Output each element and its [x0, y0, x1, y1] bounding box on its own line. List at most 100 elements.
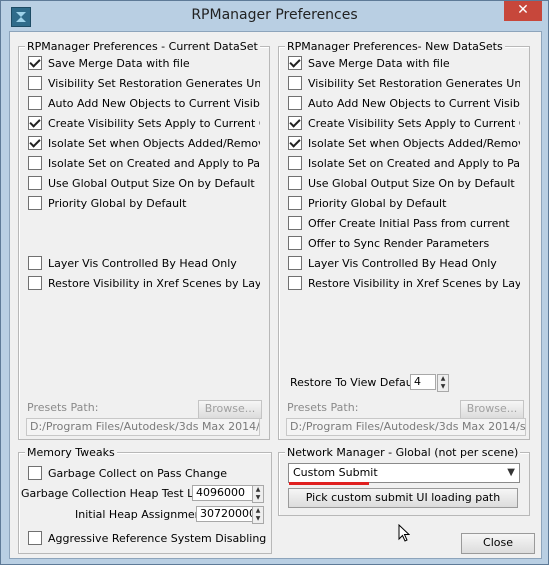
submit-mode-dropdown[interactable]: Custom Submit ▼	[288, 463, 520, 483]
initial-heap-field[interactable]: 30720000	[196, 506, 253, 522]
setting-checkbox[interactable]: Offer to Sync Render Parameters	[288, 235, 520, 251]
setting-checkbox[interactable]: Isolate Set on Created and Apply to Pass…	[288, 155, 520, 171]
setting-checkbox[interactable]: Restore Visibility in Xref Scenes by Lay…	[28, 275, 260, 291]
checkbox-box[interactable]	[288, 56, 302, 70]
spinner-down-icon[interactable]: ▼	[253, 494, 263, 502]
checkbox-box[interactable]	[288, 96, 302, 110]
checkbox-box[interactable]	[28, 531, 42, 545]
current-dataset-group-label: RPManager Preferences - Current DataSet	[25, 40, 260, 53]
submit-mode-value: Custom Submit	[293, 466, 378, 479]
spinner-up-icon[interactable]: ▲	[253, 507, 263, 515]
chevron-down-icon[interactable]: ▼	[507, 464, 515, 482]
checkbox-box[interactable]	[288, 156, 302, 170]
setting-checkbox[interactable]: Save Merge Data with file	[28, 55, 260, 71]
checkbox-box[interactable]	[288, 196, 302, 210]
memory-tweaks-label: Memory Tweaks	[25, 446, 117, 459]
checkbox-label: Isolate Set on Created and Apply to Pass…	[48, 156, 260, 170]
new-presets-path-label: Presets Path:	[287, 401, 359, 414]
setting-checkbox[interactable]: Offer Create Initial Pass from current	[288, 215, 520, 231]
checkbox-box[interactable]	[28, 96, 42, 110]
setting-checkbox[interactable]: Priority Global by Default	[28, 195, 260, 211]
checkbox-box[interactable]	[288, 176, 302, 190]
setting-checkbox[interactable]: Use Global Output Size On by Default	[28, 175, 260, 191]
red-annotation-underline	[289, 482, 369, 485]
checkbox-box[interactable]	[28, 256, 42, 270]
setting-checkbox[interactable]: Create Visibility Sets Apply to Current …	[288, 115, 520, 131]
checkbox-box[interactable]	[288, 236, 302, 250]
checkbox-label: Priority Global by Default	[308, 196, 447, 210]
checkbox-box[interactable]	[28, 176, 42, 190]
mouse-cursor-icon	[398, 523, 411, 545]
restore-to-view-spinner[interactable]: ▲ ▼	[437, 374, 449, 392]
spinner-down-icon[interactable]: ▼	[438, 383, 448, 391]
setting-checkbox[interactable]: Visibility Set Restoration Generates Und…	[288, 75, 520, 91]
dialog-body: RPManager Preferences - Current DataSet …	[9, 31, 542, 559]
memory-tweaks-group: Memory Tweaks Garbage Collect on Pass Ch…	[18, 446, 272, 554]
heap-test-limit-spinner[interactable]: ▲ ▼	[252, 485, 264, 503]
checkbox-label: Create Visibility Sets Apply to Current …	[308, 116, 520, 130]
checkbox-label: Create Visibility Sets Apply to Current …	[48, 116, 260, 130]
setting-checkbox[interactable]: Restore Visibility in Xref Scenes by Lay…	[288, 275, 520, 291]
title-bar: RPManager Preferences ✕	[1, 1, 548, 31]
restore-to-view-field[interactable]: 4	[410, 374, 436, 390]
checkbox-label: Save Merge Data with file	[48, 56, 190, 70]
checkbox-box[interactable]	[288, 116, 302, 130]
checkbox-box[interactable]	[288, 216, 302, 230]
checkbox-label: Layer Vis Controlled By Head Only	[48, 256, 237, 270]
setting-checkbox[interactable]: Visibility Set Restoration Generates Und…	[28, 75, 260, 91]
spinner-down-icon[interactable]: ▼	[253, 515, 263, 523]
current-dataset-group: RPManager Preferences - Current DataSet …	[18, 40, 270, 440]
checkbox-label: Save Merge Data with file	[308, 56, 450, 70]
heap-test-limit-field[interactable]: 4096000	[192, 485, 253, 501]
current-presets-path-field[interactable]: D:/Program Files/Autodesk/3ds Max 2014/s…	[26, 418, 260, 436]
checkbox-label: Offer to Sync Render Parameters	[308, 236, 490, 250]
setting-checkbox[interactable]: Isolate Set when Objects Added/Removed O…	[288, 135, 520, 151]
preferences-window: RPManager Preferences ✕ RPManager Prefer…	[0, 0, 549, 565]
checkbox-box[interactable]	[28, 156, 42, 170]
checkbox-label: Visibility Set Restoration Generates Und…	[308, 76, 520, 90]
close-button[interactable]: Close	[461, 533, 535, 554]
pick-submit-ui-path-button[interactable]: Pick custom submit UI loading path	[288, 488, 518, 508]
checkbox-box[interactable]	[288, 276, 302, 290]
checkbox-label: Isolate Set on Created and Apply to Pass…	[308, 156, 520, 170]
aggressive-ref-checkbox[interactable]: Aggressive Reference System Disabling	[28, 530, 266, 546]
checkbox-box[interactable]	[28, 76, 42, 90]
new-presets-path-field[interactable]: D:/Program Files/Autodesk/3ds Max 2014/s…	[286, 418, 526, 436]
setting-checkbox[interactable]: Layer Vis Controlled By Head Only	[28, 255, 260, 271]
checkbox-label: Offer Create Initial Pass from current	[308, 216, 510, 230]
checkbox-label: Visibility Set Restoration Generates Und…	[48, 76, 260, 90]
gc-on-pass-change-checkbox[interactable]: Garbage Collect on Pass Change	[28, 465, 227, 481]
checkbox-box[interactable]	[288, 256, 302, 270]
checkbox-label: Use Global Output Size On by Default	[308, 176, 515, 190]
checkbox-label: Use Global Output Size On by Default	[48, 176, 255, 190]
network-manager-label: Network Manager - Global (not per scene)	[285, 446, 521, 459]
current-presets-path-label: Presets Path:	[27, 401, 99, 414]
checkbox-box[interactable]	[28, 466, 42, 480]
setting-checkbox[interactable]: Priority Global by Default	[288, 195, 520, 211]
checkbox-box[interactable]	[28, 136, 42, 150]
setting-checkbox[interactable]: Isolate Set when Objects Added/Removed O…	[28, 135, 260, 151]
initial-heap-label: Initial Heap Assignment:	[75, 508, 210, 521]
checkbox-box[interactable]	[28, 276, 42, 290]
setting-checkbox[interactable]: Layer Vis Controlled By Head Only	[288, 255, 520, 271]
new-dataset-group: RPManager Preferences- New DataSets Save…	[278, 40, 530, 440]
spinner-up-icon[interactable]: ▲	[253, 486, 263, 494]
spinner-up-icon[interactable]: ▲	[438, 375, 448, 383]
initial-heap-spinner[interactable]: ▲ ▼	[252, 506, 264, 524]
checkbox-box[interactable]	[28, 56, 42, 70]
window-title: RPManager Preferences	[191, 7, 358, 23]
checkbox-label: Layer Vis Controlled By Head Only	[308, 256, 497, 270]
setting-checkbox[interactable]: Auto Add New Objects to Current Visiblit…	[28, 95, 260, 111]
checkbox-box[interactable]	[28, 196, 42, 210]
setting-checkbox[interactable]: Auto Add New Objects to Current Visiblit…	[288, 95, 520, 111]
checkbox-box[interactable]	[288, 136, 302, 150]
setting-checkbox[interactable]: Create Visibility Sets Apply to Current …	[28, 115, 260, 131]
checkbox-box[interactable]	[288, 76, 302, 90]
window-close-icon[interactable]: ✕	[504, 1, 542, 21]
setting-checkbox[interactable]: Use Global Output Size On by Default	[288, 175, 520, 191]
setting-checkbox[interactable]: Save Merge Data with file	[288, 55, 520, 71]
checkbox-box[interactable]	[28, 116, 42, 130]
current-browse-button[interactable]: Browse...	[198, 400, 262, 419]
setting-checkbox[interactable]: Isolate Set on Created and Apply to Pass…	[28, 155, 260, 171]
new-browse-button[interactable]: Browse...	[460, 400, 524, 419]
